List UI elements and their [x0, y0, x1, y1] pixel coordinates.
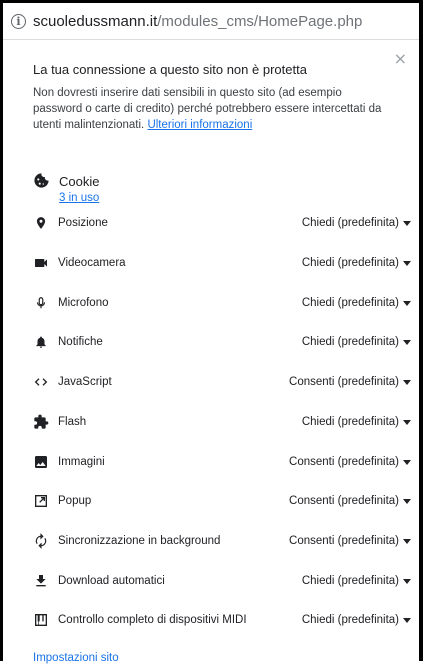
permission-setting-dropdown[interactable]: Consenti (predefinita)	[289, 376, 411, 388]
caret-down-icon	[403, 339, 411, 345]
permission-value: Chiedi (predefinita)	[301, 257, 399, 269]
permission-name: JavaScript	[58, 376, 112, 388]
site-info-popup: × La tua connessione a questo sito non è…	[3, 41, 419, 664]
permission-name: Notifiche	[58, 336, 103, 348]
permission-row: Controllo completo di dispositivi MIDI Ch…	[33, 610, 411, 630]
caret-down-icon	[403, 260, 411, 266]
permission-name: Flash	[58, 416, 87, 428]
cookie-icon	[33, 172, 50, 189]
caret-down-icon	[403, 459, 411, 465]
permission-name: Download automatici	[58, 575, 165, 587]
cookies-in-use-link[interactable]: 3 in uso	[59, 192, 99, 204]
permission-value: Consenti (predefinita)	[289, 495, 399, 507]
permission-name: Posizione	[58, 217, 108, 229]
caret-down-icon	[403, 578, 411, 584]
permission-value: Chiedi (predefinita)	[301, 575, 399, 587]
permission-value: Chiedi (predefinita)	[301, 217, 399, 229]
connection-warning-text: Non dovresti inserire dati sensibili in …	[33, 85, 393, 133]
permission-row: Microfono Chiedi (predefinita)	[33, 293, 411, 313]
permission-row: Popup Consenti (predefinita)	[33, 491, 411, 511]
permission-row: Download automatici Chiedi (predefinita)	[33, 571, 411, 591]
open-in-new-icon	[33, 493, 49, 509]
permission-name: Popup	[58, 495, 92, 507]
address-bar[interactable]: i scuoledussmann.it/modules_cms/HomePage…	[3, 0, 419, 40]
permission-value: Consenti (predefinita)	[289, 376, 399, 388]
permission-row: Posizione Chiedi (predefinita)	[33, 213, 411, 233]
permission-setting-dropdown[interactable]: Chiedi (predefinita)	[302, 416, 411, 428]
permission-name: Microfono	[58, 297, 109, 309]
image-icon	[33, 454, 49, 470]
bell-icon	[33, 334, 49, 350]
permission-row: Immagini Consenti (predefinita)	[33, 452, 411, 472]
caret-down-icon	[403, 617, 411, 623]
permission-name: Immagini	[58, 456, 105, 468]
url-text[interactable]: scuoledussmann.it/modules_cms/HomePage.p…	[33, 13, 362, 30]
permission-setting-dropdown[interactable]: Chiedi (predefinita)	[302, 614, 411, 626]
permission-setting-dropdown[interactable]: Consenti (predefinita)	[289, 495, 411, 507]
permission-name: Controllo completo di dispositivi MIDI	[58, 614, 247, 626]
permission-row: JavaScript Consenti (predefinita)	[33, 372, 411, 392]
site-settings-link[interactable]: Impostazioni sito	[33, 652, 119, 664]
url-path: /modules_cms/HomePage.php	[157, 12, 363, 30]
permission-setting-dropdown[interactable]: Chiedi (predefinita)	[302, 336, 411, 348]
learn-more-link[interactable]: Ulteriori informazioni	[147, 119, 252, 131]
permission-value: Chiedi (predefinita)	[301, 336, 399, 348]
permission-setting-dropdown[interactable]: Consenti (predefinita)	[289, 456, 411, 468]
permission-name: Videocamera	[58, 257, 126, 269]
caret-down-icon	[403, 379, 411, 385]
caret-down-icon	[403, 498, 411, 504]
caret-down-icon	[403, 220, 411, 226]
puzzle-icon	[33, 414, 49, 430]
permission-setting-dropdown[interactable]: Chiedi (predefinita)	[302, 217, 411, 229]
caret-down-icon	[403, 538, 411, 544]
permission-row: Videocamera Chiedi (predefinita)	[33, 253, 411, 273]
permission-setting-dropdown[interactable]: Chiedi (predefinita)	[302, 297, 411, 309]
connection-warning-title: La tua connessione a questo sito non è p…	[33, 62, 307, 77]
videocam-icon	[33, 255, 49, 271]
permission-value: Chiedi (predefinita)	[301, 297, 399, 309]
download-icon	[33, 573, 49, 589]
sync-icon	[33, 533, 49, 549]
permission-setting-dropdown[interactable]: Chiedi (predefinita)	[302, 575, 411, 587]
permission-value: Consenti (predefinita)	[289, 535, 399, 547]
permission-setting-dropdown[interactable]: Consenti (predefinita)	[289, 535, 411, 547]
permission-setting-dropdown[interactable]: Chiedi (predefinita)	[302, 257, 411, 269]
permission-value: Chiedi (predefinita)	[301, 614, 399, 626]
info-icon[interactable]: i	[11, 13, 26, 29]
microphone-icon	[33, 295, 49, 311]
caret-down-icon	[403, 300, 411, 306]
permission-row: Sincronizzazione in background Consenti (…	[33, 531, 411, 551]
permission-value: Chiedi (predefinita)	[301, 416, 399, 428]
permission-row: Notifiche Chiedi (predefinita)	[33, 332, 411, 352]
cookie-label: Cookie	[59, 174, 100, 189]
midi-piano-icon	[33, 612, 49, 628]
permission-name: Sincronizzazione in background	[58, 535, 221, 547]
permission-value: Consenti (predefinita)	[289, 456, 399, 468]
location-pin-icon	[33, 215, 49, 231]
caret-down-icon	[403, 419, 411, 425]
permission-row: Flash Chiedi (predefinita)	[33, 412, 411, 432]
url-host: scuoledussmann.it	[33, 12, 158, 30]
code-brackets-icon	[33, 374, 49, 390]
close-icon[interactable]: ×	[394, 49, 407, 68]
